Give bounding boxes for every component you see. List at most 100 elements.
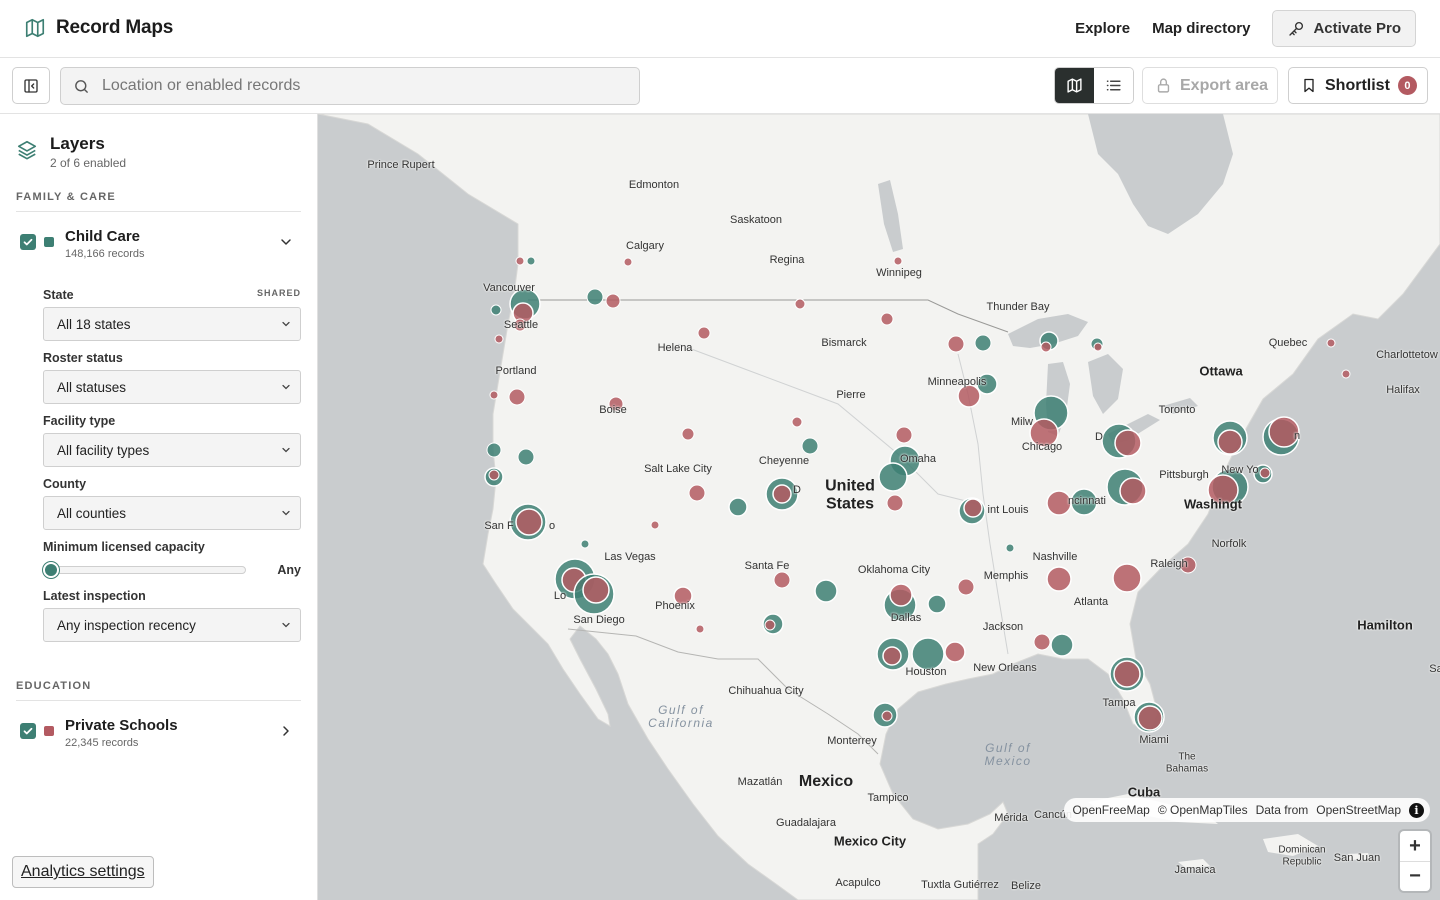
private-school-marker[interactable]	[880, 312, 894, 326]
private-school-marker[interactable]	[515, 508, 543, 536]
private-school-marker[interactable]	[1113, 660, 1141, 688]
private-school-marker[interactable]	[1326, 338, 1336, 348]
capacity-slider[interactable]	[43, 562, 246, 578]
private-school-marker[interactable]	[650, 520, 660, 530]
place-label-calgary: Calgary	[626, 240, 664, 252]
child-care-marker[interactable]	[580, 539, 590, 549]
list-view-button[interactable]	[1094, 68, 1133, 103]
private-school-marker[interactable]	[515, 256, 525, 266]
facility-type-label: Facility type	[43, 414, 116, 428]
private-school-marker[interactable]	[1114, 429, 1142, 457]
private-school-marker[interactable]	[1259, 467, 1271, 479]
chevron-down-icon[interactable]	[278, 234, 294, 250]
private-school-marker[interactable]	[957, 578, 975, 596]
private-school-marker[interactable]	[773, 571, 791, 589]
private-school-marker[interactable]	[488, 469, 500, 481]
private-school-marker[interactable]	[881, 710, 893, 722]
private-school-marker[interactable]	[963, 498, 983, 518]
attribution-osm[interactable]: OpenStreetMap	[1316, 803, 1401, 817]
private-school-marker[interactable]	[944, 641, 966, 663]
child-care-marker[interactable]	[814, 579, 838, 603]
private-school-marker[interactable]	[1341, 369, 1351, 379]
private-school-marker[interactable]	[882, 646, 902, 666]
private-school-marker[interactable]	[794, 298, 806, 310]
county-select[interactable]: All counties	[43, 496, 301, 530]
brand[interactable]: Record Maps	[24, 17, 173, 39]
private-school-marker[interactable]	[688, 484, 706, 502]
sidebar-toggle-button[interactable]	[12, 67, 50, 104]
chevron-down-icon	[282, 321, 290, 327]
private-school-marker[interactable]	[605, 293, 621, 309]
private-school-marker[interactable]	[1040, 341, 1052, 353]
facility-type-select[interactable]: All facility types	[43, 433, 301, 467]
roster-status-select[interactable]: All statuses	[43, 370, 301, 404]
search-box[interactable]	[60, 67, 640, 105]
private-school-marker[interactable]	[947, 335, 965, 353]
place-label-omaha: Omaha	[899, 453, 937, 465]
private-school-marker[interactable]	[764, 619, 776, 631]
export-area-button[interactable]: Export area	[1142, 67, 1278, 104]
private-school-marker[interactable]	[1093, 342, 1103, 352]
child-care-marker[interactable]	[490, 304, 502, 316]
section-divider	[16, 700, 301, 701]
lock-icon	[1157, 78, 1170, 93]
private-school-marker[interactable]	[697, 326, 711, 340]
child-care-marker[interactable]	[801, 437, 819, 455]
info-icon[interactable]: i	[1409, 802, 1424, 818]
section-label-family-care: FAMILY & CARE	[16, 191, 116, 203]
private-school-marker[interactable]	[893, 256, 903, 266]
child-care-marker[interactable]	[1005, 543, 1015, 553]
child-care-marker[interactable]	[517, 448, 535, 466]
nav-map-directory[interactable]: Map directory	[1152, 20, 1250, 37]
zoom-in-button[interactable]: +	[1400, 831, 1430, 861]
private-school-marker[interactable]	[623, 257, 633, 267]
private-school-marker[interactable]	[1137, 705, 1163, 731]
private-school-marker[interactable]	[1046, 566, 1072, 592]
nav-explore[interactable]: Explore	[1075, 20, 1130, 37]
child-care-marker[interactable]	[486, 442, 502, 458]
zoom-out-button[interactable]: −	[1400, 861, 1430, 891]
private-school-marker[interactable]	[791, 416, 803, 428]
child-care-marker[interactable]	[728, 497, 748, 517]
private-school-marker[interactable]	[489, 390, 499, 400]
child-care-marker[interactable]	[974, 334, 992, 352]
activate-pro-button[interactable]: Activate Pro	[1272, 10, 1416, 47]
private-school-marker[interactable]	[695, 624, 705, 634]
shortlist-button[interactable]: Shortlist 0	[1288, 67, 1428, 104]
attribution-openfreemap[interactable]: OpenFreeMap	[1072, 803, 1149, 817]
child-care-marker[interactable]	[927, 594, 947, 614]
child-care-marker[interactable]	[878, 462, 908, 492]
private-school-marker[interactable]	[1033, 633, 1051, 651]
private-school-marker[interactable]	[1119, 477, 1147, 505]
private-school-marker[interactable]	[508, 388, 526, 406]
filter-county: County All counties	[43, 477, 301, 530]
layer-row-private-schools[interactable]: Private Schools 22,345 records	[20, 717, 300, 753]
map-view-button[interactable]	[1055, 68, 1094, 103]
child-care-checkbox[interactable]	[20, 234, 36, 250]
chevron-right-icon[interactable]	[278, 723, 294, 739]
child-care-marker[interactable]	[586, 288, 604, 306]
private-school-marker[interactable]	[582, 576, 610, 604]
private-school-marker[interactable]	[681, 427, 695, 441]
private-school-marker[interactable]	[1217, 429, 1243, 455]
private-school-marker[interactable]	[494, 334, 504, 344]
inspection-select[interactable]: Any inspection recency	[43, 608, 301, 642]
child-care-marker[interactable]	[1050, 633, 1074, 657]
private-school-marker[interactable]	[957, 384, 981, 408]
activate-pro-label: Activate Pro	[1313, 20, 1401, 37]
capacity-slider-handle[interactable]	[43, 562, 59, 578]
place-label-atlanta: Atlanta	[1073, 596, 1109, 608]
map-canvas[interactable]: Prince Rupert Edmonton Saskatoon Calgary Reg…	[318, 114, 1440, 900]
search-input[interactable]	[102, 77, 602, 95]
layer-row-child-care[interactable]: Child Care 148,166 records	[20, 228, 300, 264]
child-care-marker[interactable]	[526, 256, 536, 266]
private-school-marker[interactable]	[889, 583, 913, 607]
analytics-settings-button[interactable]: Analytics settings	[12, 856, 154, 888]
private-schools-checkbox[interactable]	[20, 723, 36, 739]
private-school-marker[interactable]	[886, 494, 904, 512]
private-school-marker[interactable]	[772, 484, 792, 504]
private-school-marker[interactable]	[1112, 563, 1142, 593]
state-select[interactable]: All 18 states	[43, 307, 301, 341]
attribution-openmaptiles[interactable]: © OpenMapTiles	[1158, 803, 1248, 817]
private-school-marker[interactable]	[895, 426, 913, 444]
